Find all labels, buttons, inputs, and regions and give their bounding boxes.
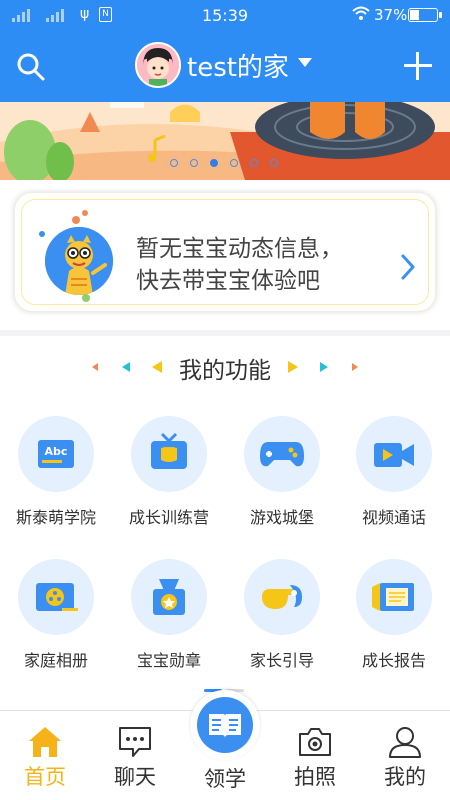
function-item[interactable]: 宝宝勋章 bbox=[113, 559, 225, 689]
avatar[interactable] bbox=[135, 42, 181, 88]
function-label: 成长报告 bbox=[361, 651, 426, 670]
function-label: 家庭相册 bbox=[23, 651, 88, 670]
tab-learn-label: 领学 bbox=[204, 767, 246, 791]
status-bar: ψ N 15:39 37% ⚡ bbox=[0, 0, 450, 30]
tab-photo-label: 拍照 bbox=[294, 765, 336, 789]
function-item[interactable]: 家庭相册 bbox=[0, 559, 112, 689]
open-book-icon bbox=[209, 714, 241, 738]
wifi-icon bbox=[352, 6, 370, 24]
function-label: 视频通话 bbox=[361, 508, 426, 527]
caret-down-icon[interactable] bbox=[298, 58, 312, 67]
decorative-dots bbox=[39, 210, 90, 302]
my-functions-section: 我的功能 Abc 斯泰萌学院 成长训练营 游戏城堡 视频通话家庭相册 宝宝勋章 家长引导 成长… bbox=[0, 336, 450, 710]
function-label: 游戏城堡 bbox=[249, 508, 314, 527]
report-scroll-icon bbox=[356, 559, 432, 635]
function-label: 家长引导 bbox=[249, 651, 314, 670]
function-item[interactable]: 家长引导 bbox=[226, 559, 338, 689]
battery-percent: 37% bbox=[374, 6, 408, 24]
user-icon bbox=[389, 727, 421, 758]
app-header: ψ N 15:39 37% ⚡ test的家 bbox=[0, 0, 450, 102]
svg-text:Abc: Abc bbox=[45, 445, 68, 458]
function-item[interactable]: Abc 斯泰萌学院 bbox=[0, 416, 112, 546]
carousel-dot[interactable] bbox=[230, 159, 238, 167]
tab-home-label: 首页 bbox=[24, 765, 66, 789]
carousel-dot[interactable] bbox=[250, 159, 258, 167]
banner-illustration bbox=[0, 102, 450, 180]
function-label: 成长训练营 bbox=[128, 508, 209, 527]
film-reel-icon bbox=[18, 559, 94, 635]
battery-icon: ⚡ bbox=[408, 6, 442, 22]
abc-board-icon: Abc bbox=[18, 416, 94, 492]
carousel-indicator bbox=[170, 159, 278, 167]
tab-mine-label: 我的 bbox=[384, 765, 426, 789]
tab-learn[interactable] bbox=[190, 690, 260, 760]
plus-icon[interactable] bbox=[404, 52, 432, 80]
function-item[interactable]: 视频通话 bbox=[338, 416, 450, 546]
carousel-dot[interactable] bbox=[270, 159, 278, 167]
gamepad-icon bbox=[244, 416, 320, 492]
carousel-dot[interactable] bbox=[190, 159, 198, 167]
home-icon bbox=[29, 727, 61, 757]
carousel-dot[interactable] bbox=[210, 159, 218, 167]
baby-status-section: 暂无宝宝动态信息， 快去带宝宝体验吧 bbox=[0, 180, 450, 330]
carousel-dot[interactable] bbox=[170, 159, 178, 167]
camera-icon bbox=[299, 728, 331, 756]
video-camera-icon bbox=[356, 416, 432, 492]
family-title[interactable]: test的家 bbox=[187, 47, 289, 84]
tv-icon bbox=[131, 416, 207, 492]
tab-photo[interactable]: 拍照 bbox=[270, 711, 360, 800]
tab-chat-label: 聊天 bbox=[114, 765, 156, 789]
tab-chat[interactable]: 聊天 bbox=[90, 711, 180, 800]
function-item[interactable]: 成长报告 bbox=[338, 559, 450, 689]
whistle-icon bbox=[244, 559, 320, 635]
function-item[interactable]: 游戏城堡 bbox=[226, 416, 338, 546]
function-item[interactable]: 成长训练营 bbox=[113, 416, 225, 546]
title-decoration-right bbox=[288, 361, 358, 373]
tab-mine[interactable]: 我的 bbox=[360, 711, 450, 800]
chat-icon bbox=[119, 727, 151, 757]
medal-icon bbox=[131, 559, 207, 635]
functions-title: 我的功能 bbox=[179, 358, 271, 384]
banner-carousel[interactable] bbox=[0, 102, 450, 180]
function-label: 宝宝勋章 bbox=[136, 651, 201, 670]
tab-home[interactable]: 首页 bbox=[0, 711, 90, 800]
function-label: 斯泰萌学院 bbox=[15, 508, 96, 527]
search-icon[interactable] bbox=[16, 52, 46, 82]
